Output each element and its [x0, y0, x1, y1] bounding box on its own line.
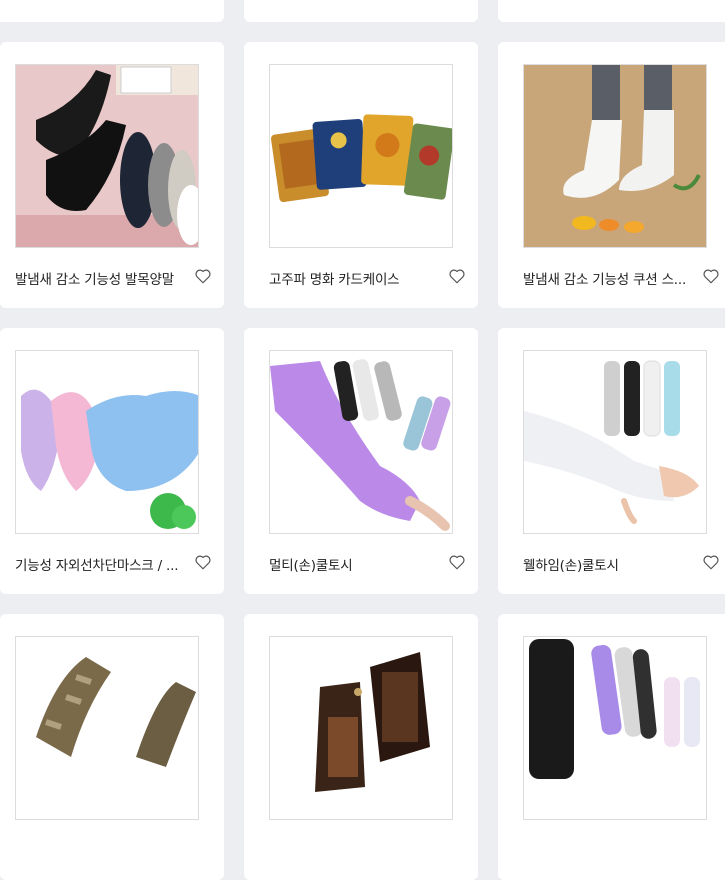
heart-outline-icon[interactable] [448, 553, 466, 571]
product-grid: 발냄새 감소 기능성 발목양말 고주파 명화 카드케이스 발냄새 감소 기능성 … [0, 0, 725, 880]
product-image[interactable] [269, 64, 453, 248]
product-image[interactable] [269, 350, 453, 534]
product-title[interactable]: 고주파 명화 카드케이스 [269, 268, 445, 288]
heart-outline-icon[interactable] [194, 267, 212, 285]
product-image[interactable] [269, 636, 453, 820]
product-title[interactable]: 웰하임(손)쿨토시 [523, 554, 699, 574]
product-image[interactable] [15, 636, 199, 820]
product-card[interactable]: 고주파 명화 카드케이스 [244, 42, 478, 308]
product-card-partial[interactable] [0, 0, 224, 22]
product-title[interactable]: 기능성 자외선차단마스크 / ... [15, 554, 191, 574]
product-card[interactable] [244, 614, 478, 880]
product-card[interactable] [498, 614, 725, 880]
heart-outline-icon[interactable] [702, 267, 720, 285]
product-card[interactable]: 기능성 자외선차단마스크 / ... [0, 328, 224, 594]
heart-outline-icon[interactable] [194, 553, 212, 571]
product-image[interactable] [523, 64, 707, 248]
product-image[interactable] [15, 64, 199, 248]
product-card[interactable]: 발냄새 감소 기능성 발목양말 [0, 42, 224, 308]
product-card[interactable]: 발냄새 감소 기능성 쿠션 스... [498, 42, 725, 308]
product-card[interactable]: 멀티(손)쿨토시 [244, 328, 478, 594]
product-card-partial[interactable] [498, 0, 725, 22]
heart-outline-icon[interactable] [702, 553, 720, 571]
product-image[interactable] [523, 636, 707, 820]
heart-outline-icon[interactable] [448, 267, 466, 285]
product-card-partial[interactable] [244, 0, 478, 22]
product-image[interactable] [15, 350, 199, 534]
product-title[interactable]: 발냄새 감소 기능성 쿠션 스... [523, 268, 699, 288]
product-card[interactable]: 웰하임(손)쿨토시 [498, 328, 725, 594]
product-title[interactable]: 발냄새 감소 기능성 발목양말 [15, 268, 191, 288]
product-title[interactable]: 멀티(손)쿨토시 [269, 554, 445, 574]
product-image[interactable] [523, 350, 707, 534]
product-card[interactable] [0, 614, 224, 880]
